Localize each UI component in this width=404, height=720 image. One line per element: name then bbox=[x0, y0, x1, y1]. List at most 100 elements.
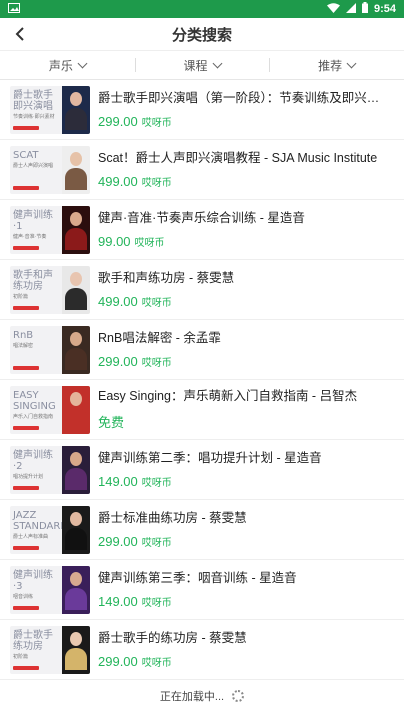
course-title: 歌手和声练功房 - 蔡雯慧 bbox=[98, 271, 235, 285]
filter-sort[interactable]: 推荐 bbox=[269, 51, 404, 79]
course-price: 149.00 哎呀币 bbox=[98, 594, 404, 609]
thumbnail-tag bbox=[13, 605, 39, 610]
course-item[interactable]: 健声训练·3 咽音训练 健声训练第三季：咽音训练 - 星造音 149.00 哎呀… bbox=[0, 560, 404, 620]
course-thumbnail: SCAT 爵士人声即兴演唱 bbox=[10, 145, 90, 194]
thumbnail-tag bbox=[13, 185, 39, 190]
thumbnail-tag bbox=[13, 365, 39, 370]
filter-sort-label: 推荐 bbox=[318, 58, 343, 73]
course-price: 499.00 哎呀币 bbox=[98, 294, 404, 309]
course-title: Easy Singing：声乐萌新入门自救指南 - 吕智杰 bbox=[98, 389, 358, 403]
course-item[interactable]: 健声训练·2 唱功提升计划 健声训练第二季：唱功提升计划 - 星造音 149.0… bbox=[0, 440, 404, 500]
signal-icon bbox=[345, 2, 356, 16]
course-item[interactable]: 爵士歌手即兴演唱 节奏训练·即兴素材 爵士歌手即兴演唱（第一阶段）：节奏训练及即… bbox=[0, 80, 404, 140]
thumbnail-subtitle: 声乐入门自救指南 bbox=[13, 413, 54, 420]
instructor-photo bbox=[62, 205, 90, 254]
instructor-photo bbox=[62, 625, 90, 674]
thumbnail-tag bbox=[13, 125, 39, 130]
price-value: 499.00 bbox=[98, 174, 138, 189]
course-price: 299.00 哎呀币 bbox=[98, 354, 404, 369]
course-title: 健声训练第二季：唱功提升计划 - 星造音 bbox=[98, 451, 322, 465]
course-thumbnail: 爵士歌手练功房 初阶篇 bbox=[10, 625, 90, 674]
course-item[interactable]: SCAT 爵士人声即兴演唱 Scat！爵士人声即兴演唱教程 - SJA Musi… bbox=[0, 140, 404, 200]
thumbnail-subtitle: 健声·音准·节奏 bbox=[13, 233, 47, 240]
loading-text: 正在加载中... bbox=[159, 691, 225, 703]
instructor-photo bbox=[62, 385, 90, 434]
thumbnail-subtitle: 爵士人声标准曲 bbox=[13, 533, 49, 540]
course-item[interactable]: 健声训练·1 健声·音准·节奏 健声·音准·节奏声乐综合训练 - 星造音 99.… bbox=[0, 200, 404, 260]
price-value: 149.00 bbox=[98, 474, 138, 489]
course-price: 299.00 哎呀币 bbox=[98, 534, 404, 549]
gallery-icon bbox=[8, 2, 20, 16]
price-currency: 哎呀币 bbox=[141, 178, 172, 189]
price-currency: 哎呀币 bbox=[141, 658, 172, 669]
thumbnail-subtitle: 爵士人声即兴演唱 bbox=[13, 162, 54, 169]
price-value: 299.00 bbox=[98, 114, 138, 129]
course-price: 299.00 哎呀币 bbox=[98, 654, 404, 669]
price-currency: 哎呀币 bbox=[141, 538, 172, 549]
back-button[interactable] bbox=[8, 18, 32, 50]
instructor-photo bbox=[62, 325, 90, 374]
thumbnail-subtitle: 初阶篇 bbox=[13, 293, 29, 300]
course-thumbnail: 健声训练·1 健声·音准·节奏 bbox=[10, 205, 90, 254]
filter-type[interactable]: 课程 bbox=[134, 51, 270, 79]
filter-bar: 声乐 课程 推荐 bbox=[0, 51, 404, 80]
course-price: 99.00 哎呀币 bbox=[98, 234, 404, 249]
thumbnail-tag bbox=[13, 665, 39, 670]
chevron-down-icon bbox=[212, 58, 222, 69]
thumbnail-tag bbox=[13, 245, 39, 250]
thumbnail-tag bbox=[13, 425, 39, 430]
course-thumbnail: EASY SINGING 声乐入门自救指南 bbox=[10, 385, 90, 434]
course-title: 健声·音准·节奏声乐综合训练 - 星造音 bbox=[98, 211, 305, 225]
course-price: 499.00 哎呀币 bbox=[98, 174, 404, 189]
course-title: 爵士标准曲练功房 - 蔡雯慧 bbox=[98, 511, 247, 525]
filter-category[interactable]: 声乐 bbox=[0, 51, 135, 79]
course-item[interactable]: 爵士歌手练功房 初阶篇 爵士歌手的练功房 - 蔡雯慧 299.00 哎呀币 bbox=[0, 620, 404, 680]
course-item[interactable]: RnB 唱法解密 RnB唱法解密 - 余孟霏 299.00 哎呀币 bbox=[0, 320, 404, 380]
course-item[interactable]: EASY SINGING 声乐入门自救指南 Easy Singing：声乐萌新入… bbox=[0, 380, 404, 440]
course-price: 299.00 哎呀币 bbox=[98, 114, 404, 129]
thumbnail-tag bbox=[13, 545, 39, 550]
thumbnail-subtitle: 唱功提升计划 bbox=[13, 473, 44, 480]
thumbnail-subtitle: 节奏训练·即兴素材 bbox=[13, 113, 55, 120]
thumbnail-title: 健声训练·1 bbox=[13, 209, 53, 232]
page-title: 分类搜索 bbox=[171, 26, 232, 44]
thumbnail-title: EASY SINGING bbox=[13, 389, 56, 412]
price-currency: 哎呀币 bbox=[141, 598, 172, 609]
battery-icon bbox=[361, 2, 368, 16]
price-currency: 哎呀币 bbox=[134, 238, 165, 249]
price-value: 299.00 bbox=[98, 654, 138, 669]
instructor-photo bbox=[62, 565, 90, 614]
thumbnail-title: RnB bbox=[13, 329, 34, 341]
course-item[interactable]: 歌手和声练功房 初阶篇 歌手和声练功房 - 蔡雯慧 499.00 哎呀币 bbox=[0, 260, 404, 320]
back-arrow-icon bbox=[15, 27, 24, 41]
course-list: 爵士歌手即兴演唱 节奏训练·即兴素材 爵士歌手即兴演唱（第一阶段）：节奏训练及即… bbox=[0, 80, 404, 680]
course-thumbnail: 爵士歌手即兴演唱 节奏训练·即兴素材 bbox=[10, 85, 90, 134]
chevron-down-icon bbox=[346, 58, 357, 69]
price-currency: 哎呀币 bbox=[141, 118, 172, 129]
price-value: 299.00 bbox=[98, 354, 138, 369]
course-item[interactable]: JAZZ STANDARD 爵士人声标准曲 爵士标准曲练功房 - 蔡雯慧 299… bbox=[0, 500, 404, 560]
status-bar: 9:54 bbox=[0, 0, 404, 18]
thumbnail-subtitle: 初阶篇 bbox=[13, 653, 29, 660]
price-value: 免费 bbox=[98, 415, 125, 430]
loading-indicator: 正在加载中... bbox=[0, 680, 404, 712]
chevron-down-icon bbox=[77, 58, 88, 69]
course-title: RnB唱法解密 - 余孟霏 bbox=[98, 331, 221, 345]
course-price: 免费 bbox=[98, 412, 404, 431]
thumbnail-tag bbox=[13, 485, 39, 490]
course-thumbnail: 歌手和声练功房 初阶篇 bbox=[10, 265, 90, 314]
thumbnail-title: SCAT bbox=[13, 149, 39, 161]
course-thumbnail: 健声训练·2 唱功提升计划 bbox=[10, 445, 90, 494]
course-title: 爵士歌手即兴演唱（第一阶段）：节奏训练及即兴素… bbox=[98, 91, 392, 105]
course-thumbnail: JAZZ STANDARD 爵士人声标准曲 bbox=[10, 505, 90, 554]
filter-category-label: 声乐 bbox=[48, 58, 73, 73]
thumbnail-title: 爵士歌手练功房 bbox=[13, 629, 53, 652]
thumbnail-subtitle: 咽音训练 bbox=[13, 593, 34, 600]
thumbnail-title: 健声训练·2 bbox=[13, 449, 53, 472]
clock-time: 9:54 bbox=[373, 3, 396, 15]
price-currency: 哎呀币 bbox=[141, 358, 172, 369]
course-thumbnail: 健声训练·3 咽音训练 bbox=[10, 565, 90, 614]
course-title: 健声训练第三季：咽音训练 - 星造音 bbox=[98, 571, 297, 585]
course-title: 爵士歌手的练功房 - 蔡雯慧 bbox=[98, 631, 247, 645]
thumbnail-tag bbox=[13, 305, 39, 310]
